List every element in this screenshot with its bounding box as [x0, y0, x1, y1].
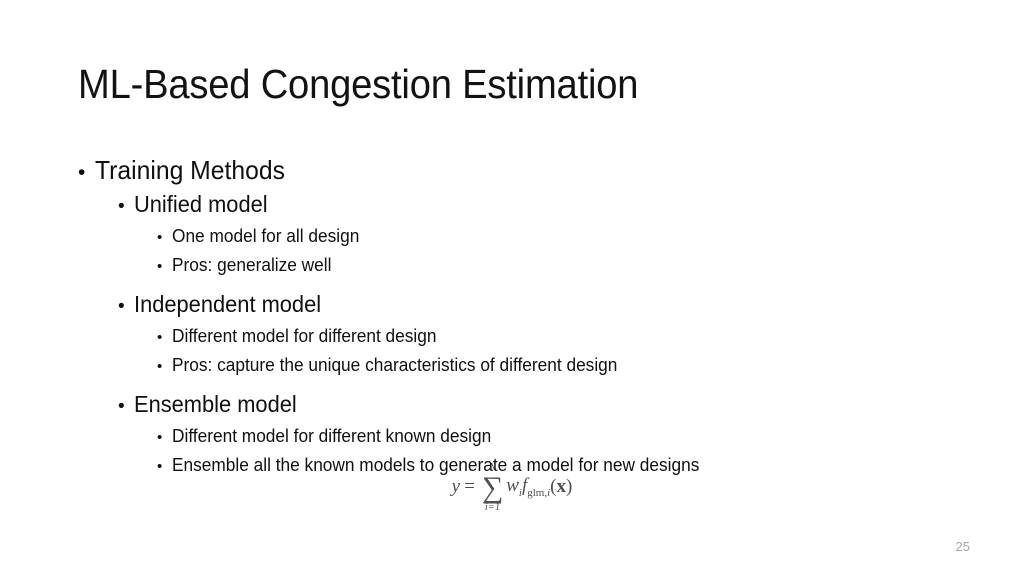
list-item: • Pros: generalize well: [0, 255, 1024, 284]
list-item: • One model for all design: [0, 226, 1024, 255]
list-item-label: Pros: capture the unique characteristics…: [172, 355, 618, 375]
ensemble-equation: y = N ∑ i=1 wifglm,i(x): [452, 462, 573, 514]
bullet-icon: •: [157, 229, 163, 246]
function-subscript-model: glm,: [527, 487, 548, 500]
list-item-label: Training Methods: [95, 155, 285, 185]
bullet-icon: •: [118, 396, 125, 417]
slide: ML-Based Congestion Estimation • Trainin…: [0, 0, 1024, 576]
input-vector: x: [556, 476, 567, 498]
list-item: • Training Methods: [0, 155, 1024, 191]
page-title: ML-Based Congestion Estimation: [78, 61, 639, 107]
bullet-list: • Training Methods • Unified model • One…: [0, 155, 1024, 484]
summation-symbol: N ∑ i=1: [482, 462, 503, 514]
summation-lower-limit: i=1: [484, 502, 501, 514]
list-item: • Different model for different known de…: [0, 426, 1024, 455]
bullet-icon: •: [118, 196, 125, 217]
sigma-icon: ∑: [481, 470, 504, 504]
function-term: fglm,i: [522, 476, 550, 499]
list-item-label: Unified model: [134, 191, 268, 217]
weight-variable: w: [506, 475, 519, 497]
list-item: • Unified model: [0, 191, 1024, 226]
close-paren: ): [566, 476, 573, 498]
bullet-icon: •: [78, 161, 86, 184]
bullet-icon: •: [157, 258, 163, 275]
equation-block: y = N ∑ i=1 wifglm,i(x): [0, 462, 1024, 514]
list-item-label: Different model for different known desi…: [172, 426, 492, 446]
list-item: • Pros: capture the unique characteristi…: [0, 355, 1024, 384]
list-item-label: Pros: generalize well: [172, 255, 332, 275]
bullet-icon: •: [157, 429, 163, 446]
list-item-label: One model for all design: [172, 226, 360, 246]
list-item-label: Ensemble model: [134, 391, 297, 417]
bullet-icon: •: [118, 296, 125, 317]
bullet-icon: •: [157, 358, 163, 375]
equation-operator: =: [464, 476, 475, 498]
list-item: • Different model for different design: [0, 326, 1024, 355]
weight-term: wi: [506, 476, 522, 499]
equation-lhs: y: [451, 476, 461, 498]
list-item-label: Different model for different design: [172, 326, 437, 346]
list-item: • Independent model: [0, 291, 1024, 326]
page-number: 25: [955, 539, 970, 554]
bullet-icon: •: [157, 329, 163, 346]
list-item-label: Independent model: [134, 291, 322, 317]
list-item: • Ensemble model: [0, 391, 1024, 426]
